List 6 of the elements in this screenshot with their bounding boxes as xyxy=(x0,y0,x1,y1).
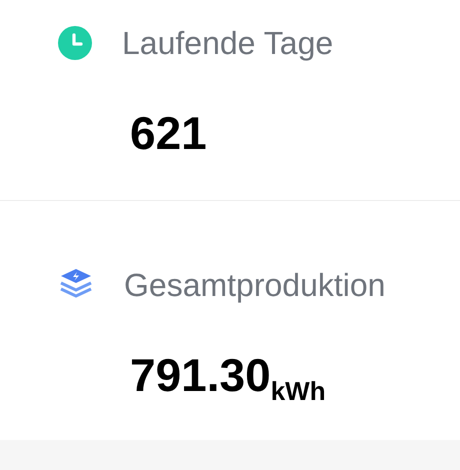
stat-label: Gesamtproduktion xyxy=(124,269,386,301)
stat-label: Laufende Tage xyxy=(122,27,334,59)
stat-value: 791.30 xyxy=(130,352,271,398)
stat-value: 621 xyxy=(130,110,207,156)
unit-label: kWh xyxy=(270,378,326,404)
clock-icon xyxy=(58,26,92,60)
